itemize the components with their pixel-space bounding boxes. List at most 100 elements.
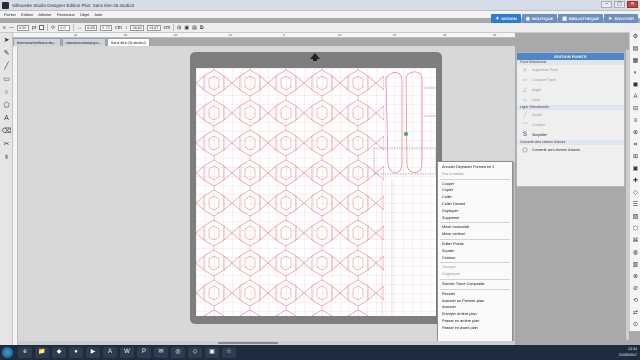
menu-item-send-backward[interactable]: Reculer <box>438 291 512 298</box>
doc-tab[interactable]: oiseauxcurlampopu... <box>61 38 106 46</box>
close-button[interactable]: ✕ <box>627 1 638 8</box>
pencil-icon[interactable]: ✎ <box>1 48 12 59</box>
taskbar-app-icon[interactable]: ▶ <box>86 347 100 358</box>
width-field[interactable]: 2.72 <box>100 24 113 31</box>
panel-toggle-icon[interactable]: ⊞ <box>631 153 640 162</box>
polygon-icon[interactable]: ⬠ <box>1 100 12 111</box>
menu-item-delete[interactable]: Supprimer <box>438 215 512 222</box>
ungroup-icon[interactable]: ▤ <box>192 25 197 31</box>
design-page[interactable] <box>196 68 436 316</box>
menu-item-weld[interactable]: Souder <box>438 248 512 255</box>
menu-item-move-to-background[interactable]: Passer en arrière plan <box>438 318 512 325</box>
weld-icon[interactable]: ⧉ <box>200 25 204 31</box>
taskbar-app-icon[interactable]: W <box>120 347 134 358</box>
menu-item-bring-forward[interactable]: Avancer <box>438 304 512 311</box>
stroke-width-field[interactable]: 0.00 <box>16 24 29 31</box>
ellipse-icon[interactable]: ○ <box>1 87 12 98</box>
menu-object[interactable]: Objet <box>80 12 90 17</box>
eyedropper-icon[interactable]: ⌽ <box>1 152 12 163</box>
panel-toggle-icon[interactable]: ⟲ <box>631 297 640 306</box>
simplify-button[interactable]: S Simplifier <box>517 130 624 140</box>
panel-toggle-icon[interactable]: ✚ <box>631 177 640 186</box>
x-position-field[interactable]: 6.65 <box>85 24 98 31</box>
taskbar-app-icon[interactable]: ● <box>69 347 83 358</box>
menu-item-release-compound[interactable]: Scinder Tracé Composite <box>438 281 512 288</box>
line-icon[interactable]: ╱ <box>1 61 12 72</box>
panel-toggle-icon[interactable]: ◼ <box>631 81 640 90</box>
panel-toggle-icon[interactable]: ⬡ <box>631 225 640 234</box>
tab-store[interactable]: ◉ BOUTIQUE <box>521 14 558 23</box>
menu-item-undo[interactable]: Annuler Déplacez Formes en 2 <box>438 164 512 171</box>
taskbar-app-icon[interactable]: ☆ <box>222 347 236 358</box>
panel-toggle-icon[interactable]: ▧ <box>631 213 640 222</box>
menu-view[interactable]: Afficher <box>38 12 52 17</box>
panel-toggle-icon[interactable]: ⊘ <box>631 285 640 294</box>
stroke-icon[interactable]: ― <box>9 25 14 31</box>
panel-toggle-icon[interactable]: ▥ <box>631 261 640 270</box>
tab-send[interactable]: ➤ ENVOYER <box>604 14 638 23</box>
menu-item-duplicate[interactable]: Dupliquer <box>438 208 512 215</box>
panel-toggle-icon[interactable]: ⚙ <box>631 33 640 42</box>
doc-tab[interactable]: femmeacherfleurs.stu... <box>13 38 61 46</box>
y-position-field[interactable]: 28.62 <box>130 24 144 31</box>
menu-item-mirror-horizontal[interactable]: Miroir horizontal <box>438 224 512 231</box>
taskbar-app-icon[interactable]: e <box>18 347 32 358</box>
taskbar-app-icon[interactable]: ▣ <box>205 347 219 358</box>
menu-item-copy[interactable]: Copier <box>438 187 512 194</box>
panel-toggle-icon[interactable]: ☰ <box>631 201 640 210</box>
menu-item-paste[interactable]: Coller <box>438 194 512 201</box>
taskbar-app-icon[interactable]: ◇ <box>188 347 202 358</box>
panel-toggle-icon[interactable]: ▦ <box>631 57 640 66</box>
group-icon[interactable]: ▣ <box>184 25 189 31</box>
panel-toggle-icon[interactable]: ⌘ <box>631 237 640 246</box>
knife-icon[interactable]: ✂ <box>1 139 12 150</box>
menu-item-paste-front[interactable]: Coller Devant <box>438 201 512 208</box>
panel-toggle-icon[interactable]: A <box>631 93 640 102</box>
menu-file[interactable]: Fichier <box>4 12 16 17</box>
menu-item-outline[interactable]: Contour <box>438 255 512 262</box>
fill-color-swatch[interactable] <box>39 25 45 30</box>
taskbar-app-icon[interactable]: 📁 <box>35 347 49 358</box>
panel-toggle-icon[interactable]: ⊙ <box>631 321 640 330</box>
tab-design[interactable]: ✦ DESIGN <box>491 14 521 23</box>
taskbar-app-icon[interactable]: ◆ <box>52 347 66 358</box>
minimize-button[interactable]: – <box>601 1 612 8</box>
panel-toggle-icon[interactable]: ⊟ <box>631 105 640 114</box>
convert-to-path-button[interactable]: ⬠ Convertir vers chemin d'accès <box>517 145 624 155</box>
panel-toggle-icon[interactable]: ⊕ <box>631 129 640 138</box>
menu-item-bring-to-front[interactable]: Avancer au Premier-plan <box>438 298 512 305</box>
menu-help[interactable]: Aide <box>94 12 102 17</box>
line-style-icon[interactable]: ≡ <box>3 25 6 31</box>
height-field[interactable]: 13.87 <box>146 24 161 31</box>
menu-item-move-to-foreground[interactable]: Passer en avant plan <box>438 325 512 332</box>
taskbar-app-icon[interactable]: ✉ <box>154 347 168 358</box>
panel-toggle-icon[interactable]: ◍ <box>631 249 640 258</box>
menu-item-send-to-back[interactable]: Envoyer Arrière-plan <box>438 311 512 318</box>
menu-item-mirror-vertical[interactable]: Miroir vertical <box>438 231 512 238</box>
panel-toggle-icon[interactable]: ▣ <box>631 165 640 174</box>
panel-toggle-icon[interactable]: ≡ <box>631 117 640 126</box>
panel-toggle-icon[interactable]: ◐ <box>631 69 640 78</box>
taskbar-app-icon[interactable]: P <box>137 347 151 358</box>
panel-toggle-icon[interactable]: ⌗ <box>631 141 640 150</box>
panel-toggle-icon[interactable]: ◇ <box>631 189 640 198</box>
rotation-field[interactable]: 0.0 <box>58 24 71 31</box>
menu-item-edit-points[interactable]: Editer Points <box>438 241 512 248</box>
eraser-icon[interactable]: ⌫ <box>1 126 12 137</box>
panel-toggle-icon[interactable]: ⇄ <box>631 309 640 318</box>
maximize-button[interactable]: ▢ <box>614 1 625 8</box>
taskbar-app-icon[interactable]: ◎ <box>171 347 185 358</box>
start-button-icon[interactable] <box>2 347 13 358</box>
tab-library[interactable]: ▦ BIBLIOTHEQUE <box>558 14 604 23</box>
taskbar-app-icon[interactable]: A <box>103 347 117 358</box>
panel-toggle-icon[interactable]: ⊗ <box>631 273 640 282</box>
rotate-icon[interactable]: ⟳ <box>51 25 55 31</box>
menu-panels[interactable]: Panneaux <box>57 12 75 17</box>
panel-toggle-icon[interactable]: ▤ <box>631 45 640 54</box>
menu-item-cut[interactable]: Couper <box>438 181 512 188</box>
rectangle-icon[interactable]: ▭ <box>1 74 12 85</box>
scrollbar-thumb[interactable] <box>218 342 278 344</box>
pointer-icon[interactable]: ➤ <box>1 35 12 46</box>
menu-edit[interactable]: Edition <box>21 12 33 17</box>
text-icon[interactable]: A <box>1 113 12 124</box>
